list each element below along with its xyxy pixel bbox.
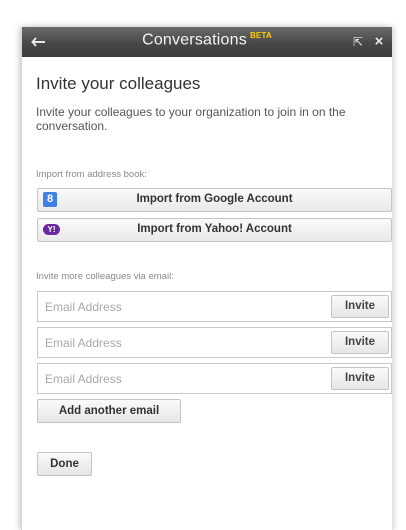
import-google-button[interactable]: 8 Import from Google Account <box>37 188 392 212</box>
invite-button-3[interactable]: Invite <box>331 367 389 390</box>
email-field-2[interactable] <box>38 328 335 357</box>
email-section-label: Invite more colleagues via email: <box>36 271 174 282</box>
window-title: Conversations BETA <box>22 31 392 49</box>
title-bar: Conversations BETA ⇱ × <box>22 27 392 57</box>
email-row-1: Invite <box>37 291 392 322</box>
invite-button-1[interactable]: Invite <box>331 295 389 318</box>
add-another-email-button[interactable]: Add another email <box>37 399 181 423</box>
email-field-3[interactable] <box>38 364 335 393</box>
import-google-label: Import from Google Account <box>136 193 293 205</box>
popout-icon[interactable]: ⇱ <box>349 27 367 57</box>
email-field-1[interactable] <box>38 292 335 321</box>
import-section-label: Import from address book: <box>36 169 147 180</box>
page-heading: Invite your colleagues <box>36 74 201 93</box>
done-button[interactable]: Done <box>37 452 92 476</box>
invite-button-2[interactable]: Invite <box>331 331 389 354</box>
conversations-panel: Conversations BETA ⇱ × Invite your collea… <box>21 27 393 530</box>
email-row-3: Invite <box>37 363 392 394</box>
close-icon[interactable]: × <box>370 27 388 57</box>
import-yahoo-label: Import from Yahoo! Account <box>137 223 292 235</box>
import-yahoo-button[interactable]: Y! Import from Yahoo! Account <box>37 218 392 242</box>
intro-text: Invite your colleagues to your organizat… <box>36 105 346 133</box>
email-row-2: Invite <box>37 327 392 358</box>
beta-badge: BETA <box>249 31 272 40</box>
window-title-text: Conversations <box>142 31 247 49</box>
